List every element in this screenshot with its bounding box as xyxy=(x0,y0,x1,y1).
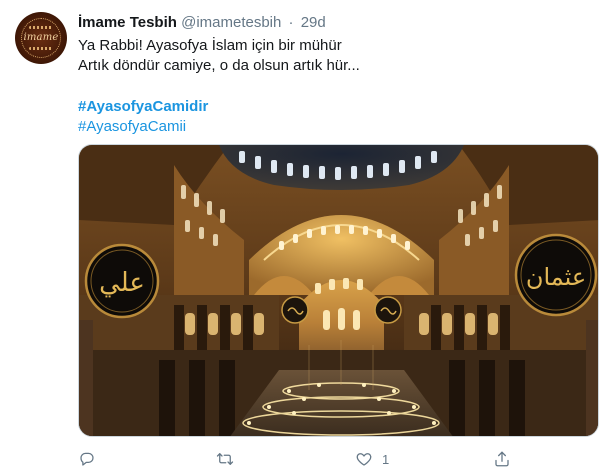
reply-icon xyxy=(80,452,94,466)
timestamp[interactable]: 29d xyxy=(301,14,326,31)
calligraphy-left: علي xyxy=(99,268,145,298)
like-count: 1 xyxy=(382,451,390,467)
hagia-sophia-interior-photo: علي عثمان xyxy=(79,145,598,436)
tweet-header: İmame Tesbih @imametesbih · 29d xyxy=(78,13,326,33)
like-icon xyxy=(356,453,372,466)
retweet-button[interactable] xyxy=(216,447,243,471)
avatar[interactable]: imame xyxy=(15,12,67,64)
calligraphy-right: عثمان xyxy=(526,263,586,291)
user-handle[interactable]: @imametesbih xyxy=(181,14,281,31)
hashtag-link[interactable]: #AyasofyaCamii xyxy=(78,118,186,135)
tweet-actions: 1 xyxy=(78,447,598,471)
like-button[interactable]: 1 xyxy=(355,447,389,471)
share-icon xyxy=(495,451,509,467)
separator-dot: · xyxy=(288,14,294,31)
display-name[interactable]: İmame Tesbih xyxy=(78,14,177,31)
avatar-ornament-icon xyxy=(29,26,53,29)
retweet-icon xyxy=(216,453,234,465)
tweet-text: Ya Rabbi! Ayasofya İslam için bir mühür … xyxy=(78,36,598,137)
tweet-media-image[interactable]: علي عثمان xyxy=(78,144,599,437)
tweet: imame İmame Tesbih @imametesbih · 29d Ya… xyxy=(0,0,614,474)
reply-button[interactable] xyxy=(78,447,105,471)
share-button[interactable] xyxy=(493,447,520,471)
tweet-text-line: Ya Rabbi! Ayasofya İslam için bir mühür xyxy=(78,37,342,54)
hashtag-link[interactable]: #AyasofyaCamidir xyxy=(78,98,208,115)
avatar-ornament-icon xyxy=(29,47,53,50)
text-spacer xyxy=(78,76,598,97)
tweet-text-line: Artık döndür camiye, o da olsun artık hü… xyxy=(78,57,360,74)
avatar-logo-text: imame xyxy=(23,32,59,43)
